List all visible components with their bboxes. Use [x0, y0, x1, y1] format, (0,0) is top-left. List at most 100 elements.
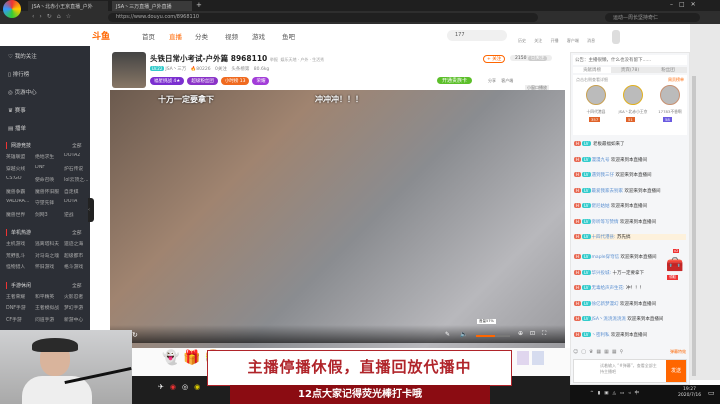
nav-category[interactable]: 分类 — [195, 31, 208, 41]
sidebar-category[interactable]: 荒野乱斗 — [6, 252, 34, 259]
tag[interactable]: 超级粉丝团 — [187, 77, 218, 85]
sidebar-category[interactable]: 魔兽怀旧服 — [35, 188, 63, 195]
sidebar-category[interactable]: 自走棋 — [64, 188, 92, 195]
site-search-input[interactable]: 177 — [447, 30, 507, 41]
nav-icons[interactable]: 历史 关注 开播 客户端 消息 — [518, 38, 595, 44]
browser-search-input[interactable]: 运动—周长坚持奇仁 — [605, 13, 700, 22]
volume-icon[interactable]: 🔈 — [460, 331, 467, 338]
report-link[interactable]: 举报 — [270, 57, 278, 62]
send-button[interactable]: 发送 — [666, 360, 686, 382]
sidebar-category[interactable]: 使命召唤 — [35, 176, 63, 183]
chat-user[interactable]: 丶密利私 — [592, 333, 610, 338]
new-tab-button[interactable]: + — [196, 1, 202, 9]
sidebar-category[interactable]: 魔兽争霸 — [6, 188, 34, 195]
sidebar-item-rank[interactable]: ▯ 排行榜 — [8, 70, 29, 78]
clock[interactable]: 19:27 2020/7/16 — [678, 387, 701, 399]
chat-user[interactable]: JSA丶洮洮洮洮洮 — [592, 317, 626, 322]
chat-user[interactable]: 徐亿新梦漫幻 — [592, 302, 619, 307]
client-icon[interactable]: 客户端 — [567, 38, 579, 43]
sidebar-category[interactable]: 对马岛之魂 — [35, 252, 63, 259]
chat-user[interactable]: 华兴投城: — [592, 271, 612, 276]
sidebar-category[interactable]: 梦幻手游 — [64, 304, 92, 311]
sidebar-category[interactable]: 格斗游戏 — [64, 263, 92, 270]
sidebar-category[interactable]: lol云顶之... — [64, 176, 92, 183]
douyu-logo[interactable]: 斗鱼 — [92, 29, 110, 42]
gift-item[interactable] — [532, 351, 544, 365]
nav-yuba[interactable]: 鱼吧 — [282, 31, 295, 41]
contributor-name[interactable]: 十四代港县 — [577, 109, 615, 115]
nav-live[interactable]: 直播 — [169, 31, 182, 41]
sidebar-category[interactable]: DNF — [35, 165, 63, 170]
browser-tab[interactable]: JSA丶北赤小王京直播_户外 — [28, 1, 108, 11]
user-avatar[interactable] — [612, 30, 620, 44]
sidebar-collapse-handle[interactable]: ‹ — [88, 198, 94, 222]
sidebar-category[interactable]: 超级都市 — [64, 252, 92, 259]
gift-item[interactable] — [517, 351, 529, 365]
danmaku-icon[interactable]: ✎ — [445, 331, 450, 338]
breadcrumb[interactable]: 娱乐天地 · 户外 · 生活秀 — [281, 57, 325, 62]
video-player[interactable]: 十万一定要拿下 冲冲冲！！！ ↻ ✎ 🔈 音量57% ⊕⊡⛶ — [110, 90, 565, 348]
tab-weekly[interactable]: 贡献周榜 — [573, 67, 611, 73]
sidebar-item-playlist[interactable]: ▤ 播单 — [8, 124, 26, 132]
sidebar-section-more[interactable]: 全部 — [72, 229, 82, 236]
sidebar-category[interactable]: VALORA... — [6, 199, 34, 204]
message-icon[interactable]: 消息 — [587, 38, 595, 43]
followed-button[interactable]: 已关注 — [527, 56, 548, 61]
chat-tools[interactable]: ☺▢♛▦▦▦⚲ — [573, 349, 626, 355]
sidebar-category[interactable]: 剑网3 — [35, 211, 63, 218]
window-controls[interactable]: –□✕ — [670, 1, 702, 8]
contributor-name[interactable]: 17783不香啊 — [651, 109, 689, 115]
sidebar-category[interactable]: 绝地求生 — [35, 153, 63, 160]
noble-card-button[interactable]: 开通贵族卡 — [437, 77, 473, 84]
contributor-avatar[interactable] — [660, 85, 680, 105]
sidebar-category[interactable]: 魔兽世界 — [6, 211, 34, 218]
notification-icon[interactable]: ▭ — [708, 389, 715, 397]
sidebar-category[interactable]: 问道手游 — [35, 316, 63, 323]
chat-input[interactable]: 试着输入 “#弹幕”，查看全部主持主播吧 — [600, 363, 660, 375]
sidebar-section-more[interactable]: 全部 — [72, 282, 82, 289]
tab-fans[interactable]: 粉丝团 — [649, 67, 687, 73]
nav-buttons[interactable]: ‹›↻⌂☆ — [32, 13, 76, 20]
nav-home[interactable]: 首页 — [142, 31, 155, 41]
contributor-avatar[interactable] — [586, 85, 606, 105]
tag[interactable]: 荣耀 — [252, 77, 270, 85]
share-button[interactable]: 分享 — [488, 78, 496, 83]
sidebar-section-more[interactable]: 全部 — [72, 142, 82, 149]
url-input[interactable]: https://www.douyu.com/8968110 — [108, 13, 538, 22]
fullscreen-controls[interactable]: ⊕⊡⛶ — [518, 330, 553, 338]
chat-user[interactable]: maple穿穹信 — [592, 255, 620, 260]
tag[interactable]: 小时榜 13 — [220, 77, 250, 85]
tray-icons[interactable]: ^▮▣◬▭◃中 — [590, 390, 643, 396]
history-icon[interactable]: 历史 — [518, 38, 526, 43]
chat-user[interactable]: 无毒给声声生花: — [592, 286, 625, 291]
barrage-effect[interactable]: 弹幕特效 — [670, 349, 686, 355]
client-button[interactable]: 客户端 — [501, 78, 513, 83]
weekly-link[interactable]: 周贡榜单 — [668, 77, 684, 83]
broadcast-icon[interactable]: 开播 — [551, 38, 559, 43]
refresh-icon[interactable]: ↻ — [132, 331, 138, 339]
sidebar-category[interactable]: CF手游 — [6, 316, 34, 323]
page-scrollbar[interactable] — [690, 24, 720, 380]
sidebar-category[interactable]: 英雄联盟 — [6, 153, 34, 160]
sidebar-category[interactable]: 逃离塔科夫 — [35, 240, 63, 247]
follow-icon[interactable]: 关注 — [534, 38, 542, 43]
sidebar-category[interactable]: 新游中心 — [64, 316, 92, 323]
chat-user[interactable]: 漫漫九号 — [592, 158, 610, 163]
tab-vip[interactable]: 贵宾(78) — [611, 67, 649, 73]
chat-user[interactable]: 遇到我三仔 — [592, 173, 615, 178]
sidebar-category[interactable]: DNF手游 — [6, 304, 34, 311]
sidebar-item-follow[interactable]: ♡ 我的关注 — [8, 52, 37, 60]
sidebar-category[interactable]: 和平精英 — [35, 293, 63, 300]
streamer-avatar[interactable] — [112, 52, 146, 88]
chat-user[interactable]: 最爱我家去别家 — [592, 189, 624, 194]
sidebar-category[interactable]: 炉石传说 — [64, 165, 92, 172]
contributor-avatar[interactable] — [623, 85, 643, 105]
sidebar-category[interactable]: 怪物猎人 — [6, 263, 34, 270]
sidebar-category[interactable]: 守望先锋 — [35, 199, 63, 206]
browser-tab-active[interactable]: JSA丶三万直播_户外直播 — [112, 1, 192, 11]
sidebar-category[interactable]: CS:GO — [6, 176, 34, 181]
sidebar-category[interactable]: 王者荣耀 — [6, 293, 34, 300]
sidebar-item-webgame[interactable]: ◎ 页游中心 — [8, 88, 37, 96]
chat-user[interactable]: 旁听等写赞情 — [592, 220, 619, 225]
sidebar-item-esports[interactable]: ♛ 赛事 — [8, 106, 26, 114]
